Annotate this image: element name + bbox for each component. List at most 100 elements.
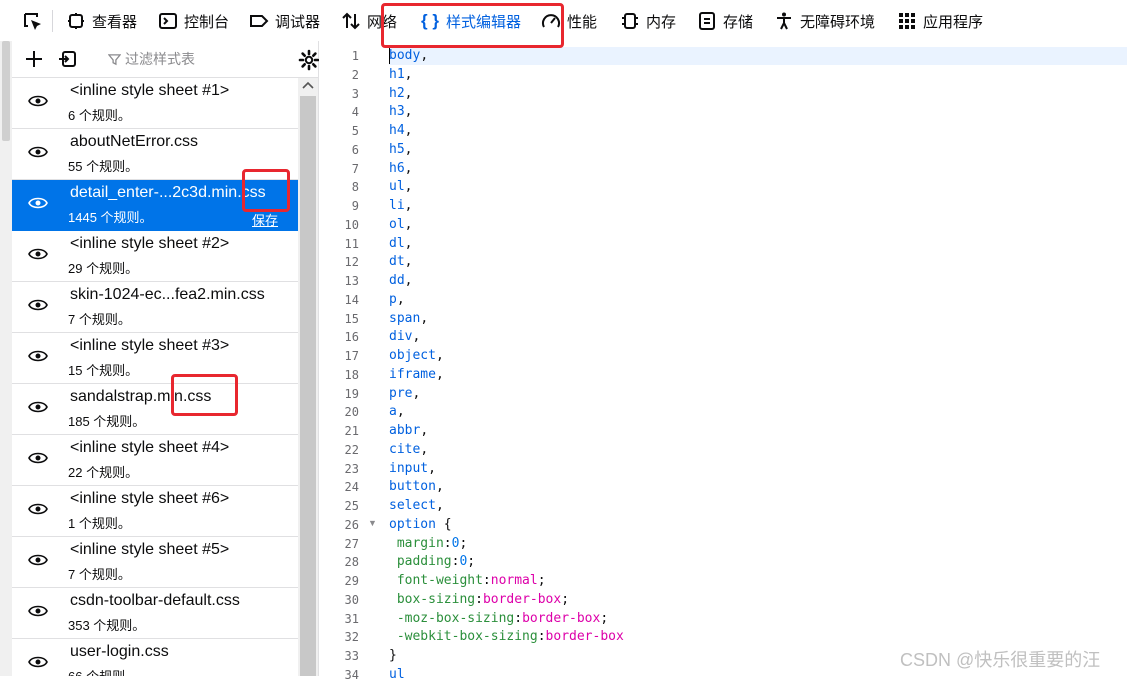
tab-application[interactable]: 应用程序 <box>897 10 983 32</box>
line-number: 21 <box>344 424 359 438</box>
line-number: 1 <box>351 49 359 63</box>
code-line: select, <box>389 498 444 513</box>
element-picker-icon[interactable] <box>22 11 44 33</box>
line-number: 24 <box>344 480 359 495</box>
eye-icon[interactable] <box>28 553 48 567</box>
eye-icon[interactable] <box>28 349 48 363</box>
code-line: margin:0; <box>396 535 468 551</box>
eye-icon[interactable] <box>28 604 48 618</box>
highlight-box-style-editor <box>381 3 564 48</box>
line-number: 29 <box>344 574 359 588</box>
eye-icon[interactable] <box>28 94 48 108</box>
stylesheet-list: <inline style sheet #1> 6 个规则。 aboutNetE… <box>12 78 298 676</box>
stylesheet-name: <inline style sheet #3> <box>70 337 230 354</box>
stylesheet-item[interactable]: <inline style sheet #6> 1 个规则。 <box>12 486 298 537</box>
line-number: 7 <box>351 161 359 176</box>
line-number: 28 <box>344 555 359 570</box>
stylesheet-name: user-login.css <box>70 643 169 660</box>
list-scrollbar-thumb[interactable] <box>300 96 316 676</box>
code-line: li, <box>389 198 413 213</box>
line-number: 4 <box>351 105 359 120</box>
stylesheet-name: detail_enter-...2c3d.min.css <box>70 184 266 201</box>
stylesheet-rule-count: 7 个规则。 <box>68 567 131 582</box>
line-number: 19 <box>344 386 359 401</box>
code-line: div, <box>389 329 421 345</box>
code-line: cite, <box>389 441 429 457</box>
line-number: 9 <box>351 199 359 213</box>
line-number: 34 <box>344 667 359 682</box>
stylesheet-name: <inline style sheet #1> <box>70 82 230 99</box>
eye-icon[interactable] <box>28 502 48 516</box>
line-number: 6 <box>351 142 359 157</box>
eye-icon[interactable] <box>28 400 48 414</box>
stylesheet-item[interactable]: <inline style sheet #3> 15 个规则。 <box>12 333 298 384</box>
add-stylesheet-icon[interactable] <box>24 49 44 69</box>
code-line: h3, <box>389 104 413 120</box>
tab-accessibility[interactable]: 无障碍环境 <box>774 10 875 32</box>
left-scrollbar-thumb[interactable] <box>2 41 10 141</box>
code-line: h1, <box>389 66 413 82</box>
line-number: 31 <box>344 611 359 626</box>
tab-storage[interactable]: 存储 <box>697 10 753 32</box>
stylesheet-name: <inline style sheet #5> <box>70 541 230 558</box>
stylesheet-item[interactable]: skin-1024-ec...fea2.min.css 7 个规则。 <box>12 282 298 333</box>
gear-icon[interactable] <box>298 49 320 71</box>
console-icon <box>159 13 177 29</box>
eye-icon[interactable] <box>28 298 48 312</box>
fold-arrow-icon[interactable]: ▼ <box>368 518 377 528</box>
stylesheet-item[interactable]: <inline style sheet #1> 6 个规则。 <box>12 78 298 129</box>
code-line: object, <box>389 348 444 363</box>
tab-inspector[interactable]: 查看器 <box>66 10 137 32</box>
application-icon <box>899 13 915 29</box>
tab-console[interactable]: 控制台 <box>158 10 229 32</box>
stylesheet-name: aboutNetError.css <box>70 133 199 150</box>
code-line: ul <box>389 666 405 682</box>
code-line: padding:0; <box>396 554 476 570</box>
eye-icon[interactable] <box>28 196 48 210</box>
stylesheet-rule-count: 55 个规则。 <box>68 159 139 174</box>
highlight-box-css-extension <box>242 169 290 212</box>
eye-icon[interactable] <box>28 451 48 465</box>
code-line: -webkit-box-sizing:border-box <box>396 629 624 645</box>
stylesheet-item[interactable]: user-login.css 66 个规则。 <box>12 639 298 676</box>
stylesheet-item[interactable]: <inline style sheet #2> 29 个规则。 <box>12 231 298 282</box>
code-line: span, <box>389 310 429 326</box>
code-line: dl, <box>389 235 413 251</box>
code-line: box-sizing:border-box; <box>396 591 570 607</box>
import-stylesheet-icon[interactable] <box>58 49 78 69</box>
stylesheet-name: <inline style sheet #4> <box>70 439 230 456</box>
scroll-up-arrow-icon[interactable] <box>302 80 314 90</box>
storage-icon <box>699 12 715 30</box>
line-number: 16 <box>344 330 359 345</box>
line-number: 8 <box>351 180 359 195</box>
code-line: abbr, <box>389 423 429 438</box>
eye-icon[interactable] <box>28 247 48 261</box>
code-line: h4, <box>389 123 413 138</box>
stylesheet-rule-count: 1 个规则。 <box>68 516 131 531</box>
code-line: button, <box>389 479 444 495</box>
stylesheet-rule-count: 353 个规则。 <box>68 618 146 633</box>
eye-icon[interactable] <box>28 655 48 669</box>
tab-memory[interactable]: 内存 <box>620 10 676 32</box>
toolbar-separator <box>52 10 53 32</box>
stylesheet-item[interactable]: <inline style sheet #5> 7 个规则。 <box>12 537 298 588</box>
eye-icon[interactable] <box>28 145 48 159</box>
network-icon <box>342 12 360 30</box>
stylesheet-name: <inline style sheet #6> <box>70 490 230 507</box>
code-line: pre, <box>389 385 421 401</box>
code-line: a, <box>389 404 405 420</box>
code-line: ul, <box>389 179 413 195</box>
stylesheet-item[interactable]: csdn-toolbar-default.css 353 个规则。 <box>12 588 298 639</box>
stylesheet-rule-count: 7 个规则。 <box>68 312 131 327</box>
inspector-icon <box>68 13 84 29</box>
line-number: 22 <box>344 442 359 457</box>
save-link[interactable]: 保存 <box>252 210 278 229</box>
line-number: 13 <box>344 274 359 288</box>
tab-debugger[interactable]: 调试器 <box>249 10 320 32</box>
stylesheet-item[interactable]: <inline style sheet #4> 22 个规则。 <box>12 435 298 486</box>
stylesheet-item[interactable]: sandalstrap.min.css 185 个规则。 <box>12 384 298 435</box>
line-number: 23 <box>344 461 359 476</box>
filter-stylesheets-input[interactable]: 过滤样式表 <box>108 49 195 69</box>
filter-icon <box>108 53 121 65</box>
code-line: option { <box>389 516 452 532</box>
